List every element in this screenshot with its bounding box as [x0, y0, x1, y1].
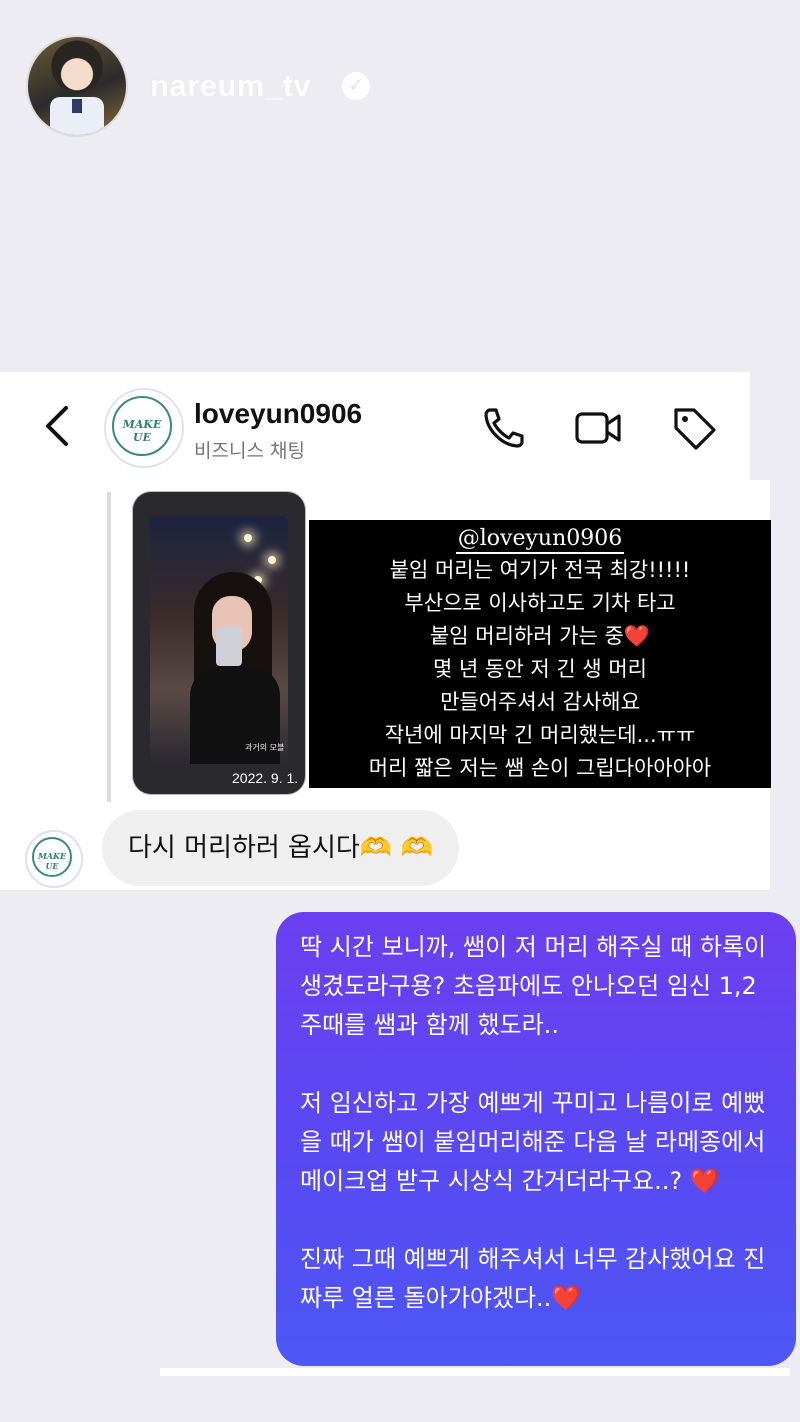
- contact-avatar[interactable]: MAKE UE: [104, 388, 184, 468]
- reply-indicator-line: [107, 492, 111, 802]
- verified-badge-icon: ✓: [342, 72, 370, 100]
- contact-logo: MAKE UE: [112, 396, 172, 456]
- message-paragraph: 진짜 그때 예쁘게 해주셔서 너무 감사했어요 진짜루 얼른 돌아가야겠다..❤…: [300, 1245, 766, 1312]
- contact-name[interactable]: loveyun0906: [194, 398, 362, 430]
- sender-avatar[interactable]: MAKE UE: [25, 830, 83, 888]
- story-username[interactable]: nareum_tv: [150, 68, 311, 104]
- story-line: 작년에 마지막 긴 머리했는데...ㅠㅠ: [384, 723, 696, 747]
- incoming-message-bubble[interactable]: 다시 머리하러 옵시다🫶 🫶: [102, 810, 459, 886]
- message-paragraph: 저 임신하고 가장 예쁘게 꾸미고 나름이로 예뻤을 때가 쌤이 붙임머리해준 …: [300, 1089, 766, 1195]
- story-line: 몇 년 동안 저 긴 생 머리: [433, 657, 647, 681]
- video-icon[interactable]: [574, 404, 622, 452]
- ceiling-light: [268, 556, 276, 564]
- heart-icon: ❤️: [689, 1167, 720, 1195]
- logo-text: MAKE UE: [37, 851, 67, 871]
- story-avatar[interactable]: [26, 35, 128, 137]
- photo-phone: [216, 626, 242, 666]
- photo-date: 2022. 9. 1.: [232, 770, 299, 786]
- tag-icon[interactable]: [670, 404, 718, 452]
- story-line: 붙임 머리는 여기가 전국 최강!!!!!: [389, 558, 691, 582]
- story-line: 부산으로 이사하고도 기차 타고: [404, 591, 676, 615]
- contact-subtitle: 비즈니스 채팅: [194, 440, 305, 462]
- story-line: 머리 짧은 저는 쌤 손이 그립다아아아아: [368, 756, 712, 780]
- story-line: 만들어주셔서 감사해요: [440, 690, 640, 714]
- sender-logo: MAKE UE: [32, 837, 72, 877]
- phone-icon[interactable]: [480, 404, 528, 452]
- logo-text: MAKE UE: [122, 418, 162, 444]
- ceiling-light: [244, 534, 252, 542]
- story-photo-image: 과거의 모블: [150, 516, 288, 764]
- message-paragraph: 딱 시간 보니까, 쌤이 저 머리 해주실 때 하록이 생겼도라구용? 초음파에…: [300, 933, 767, 1039]
- heart-icon: ❤️: [551, 1284, 582, 1312]
- back-arrow-icon[interactable]: [40, 404, 76, 448]
- conversation-bottom-edge: [160, 1368, 790, 1376]
- story-line: 붙임 머리하러 가는 중❤️: [429, 624, 651, 648]
- story-handle: @loveyun0906: [455, 526, 625, 554]
- avatar-tie: [72, 99, 82, 113]
- shared-story-text[interactable]: @loveyun0906 붙임 머리는 여기가 전국 최강!!!!! 부산으로 …: [309, 520, 771, 788]
- photo-caption: 과거의 모블: [245, 743, 285, 752]
- story-header: nareum_tv ✓: [0, 0, 800, 180]
- outgoing-message-bubble[interactable]: 딱 시간 보니까, 쌤이 저 머리 해주실 때 하록이 생겼도라구용? 초음파에…: [276, 912, 796, 1366]
